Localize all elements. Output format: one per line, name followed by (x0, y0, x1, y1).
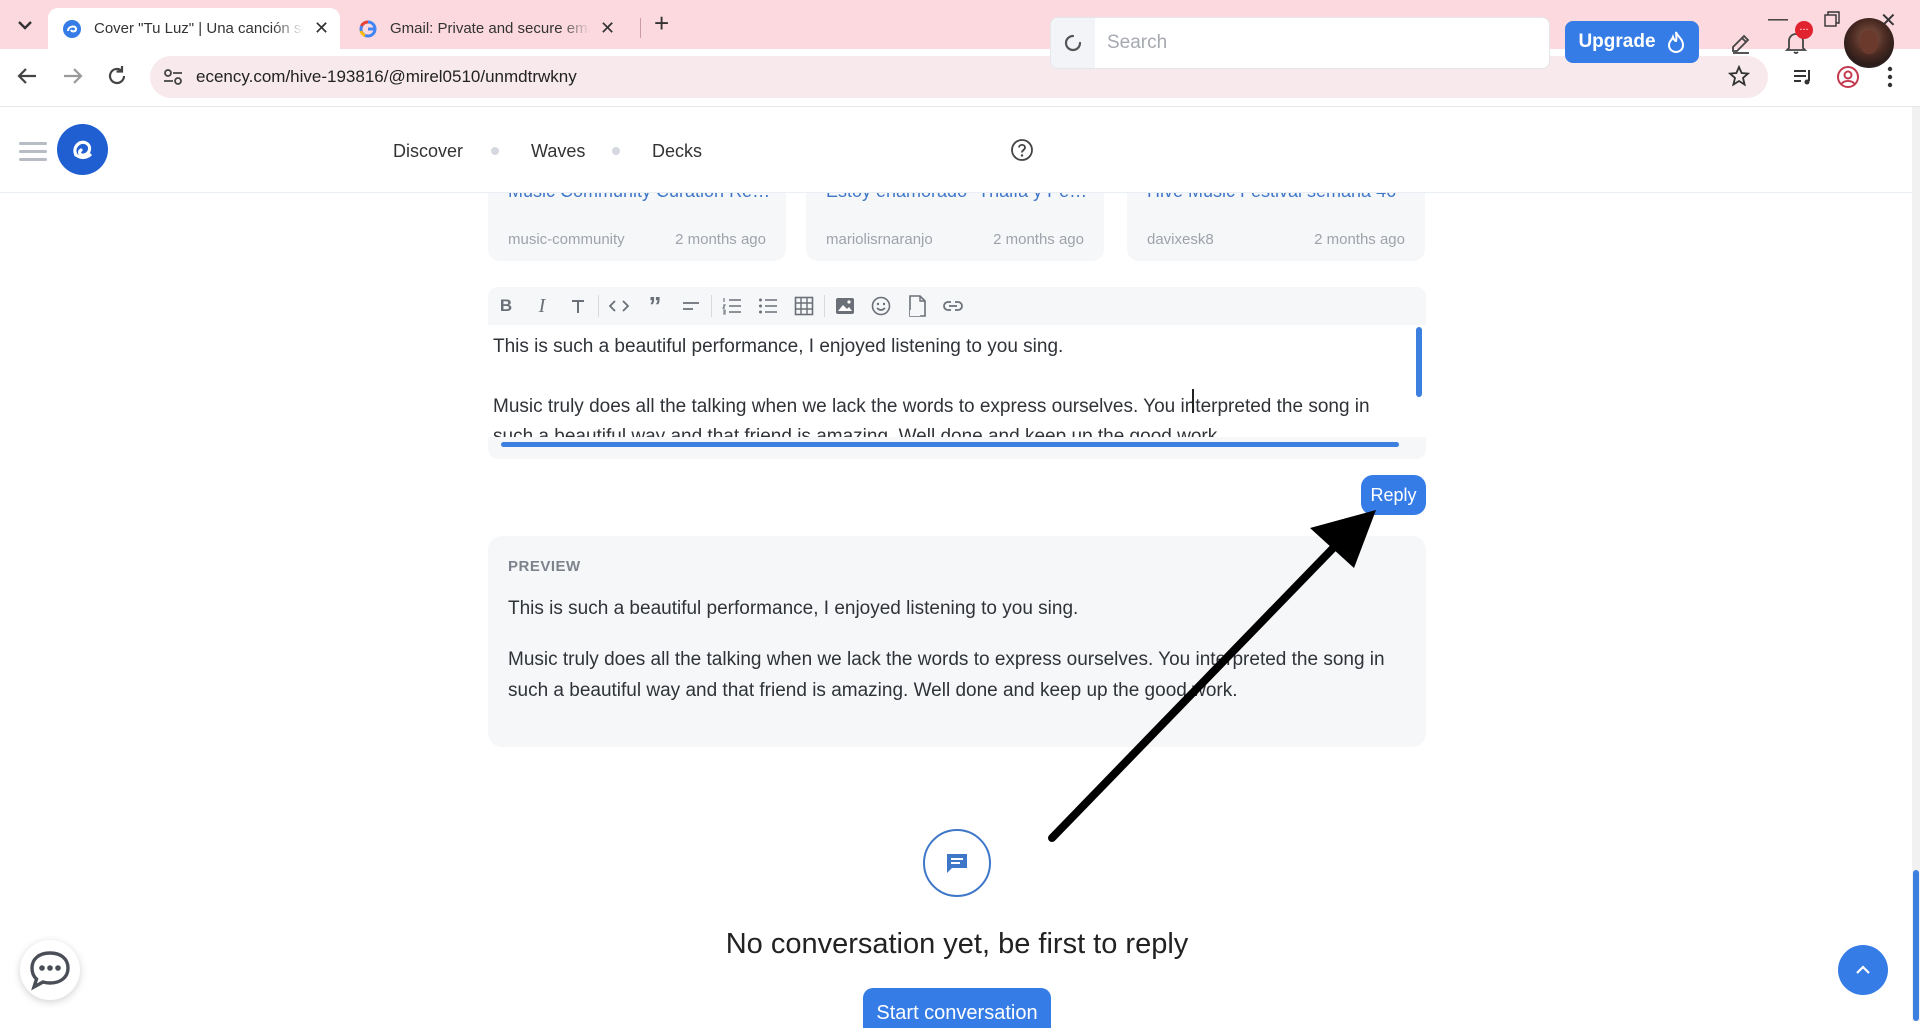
conversation-icon (923, 829, 991, 897)
empty-conversation-text: No conversation yet, be first to reply (725, 928, 1189, 960)
start-conversation-button[interactable]: Start conversation (863, 988, 1051, 1028)
scroll-to-top-button[interactable] (1838, 945, 1888, 995)
page-scrollbar-thumb[interactable] (1913, 870, 1919, 1021)
chat-button[interactable] (20, 940, 80, 1000)
chat-bubble-icon (30, 951, 70, 991)
chevron-up-icon (1856, 965, 1870, 974)
